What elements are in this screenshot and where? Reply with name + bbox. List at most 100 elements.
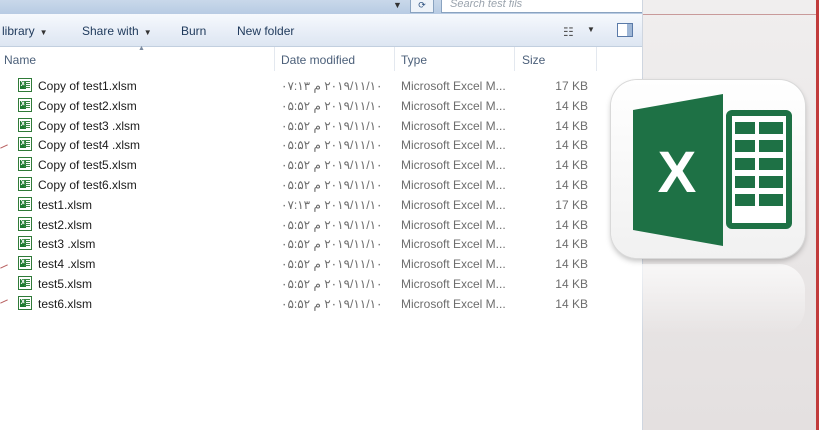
chevron-down-icon: ▼ <box>39 28 48 37</box>
excel-logo-icon: X <box>633 94 792 246</box>
file-type: Microsoft Excel M... <box>401 158 506 173</box>
file-date-modified: ۲۰۱۹/۱۱/۱۰ م ۰۷:۱۳ <box>281 79 383 93</box>
column-date-modified[interactable]: Date modified <box>281 53 355 67</box>
file-size: 14 KB <box>555 276 588 291</box>
column-divider[interactable] <box>274 47 275 71</box>
file-name: Copy of test4 .xlsm <box>38 138 141 153</box>
file-name: Copy of test3 .xlsm <box>38 118 141 133</box>
file-type: Microsoft Excel M... <box>401 79 506 93</box>
excel-file-icon: X <box>18 117 32 132</box>
file-date-modified: ۲۰۱۹/۱۱/۱۰ م ۰۵:۵۲ <box>281 257 383 272</box>
file-size: 14 KB <box>555 217 588 232</box>
share-with-button[interactable]: Share with ▼ <box>82 24 152 38</box>
file-type: Microsoft Excel M... <box>401 118 506 133</box>
excel-file-icon: X <box>18 78 32 92</box>
file-name: test4 .xlsm <box>38 257 96 272</box>
refresh-icon[interactable]: ⟳ <box>410 0 434 13</box>
file-row[interactable]: X Copy of test3 .xlsm ۲۰۱۹/۱۱/۱۰ م ۰۵:۵۲ Mi… <box>0 116 642 136</box>
file-name: test1.xlsm <box>38 197 93 212</box>
address-dropdown-icon[interactable]: ▼ <box>393 0 402 10</box>
file-type: Microsoft Excel M... <box>401 296 506 311</box>
file-type: Microsoft Excel M... <box>401 98 506 113</box>
file-type: Microsoft Excel M... <box>401 276 506 291</box>
new-folder-button[interactable]: New folder <box>237 24 294 38</box>
file-row[interactable]: X Copy of test1.xlsm ۲۰۱۹/۱۱/۱۰ م ۰۷:۱۳ Mic… <box>0 76 642 96</box>
file-date-modified: ۲۰۱۹/۱۱/۱۰ م ۰۵:۵۲ <box>281 98 383 113</box>
excel-file-icon: X <box>18 157 32 172</box>
file-row[interactable]: Xtest2.xlsm ۲۰۱۹/۱۱/۱۰ م ۰۵:۵۲ Microsoft E… <box>0 215 642 235</box>
library-button[interactable]: library ▼ <box>2 24 48 38</box>
excel-file-icon: X <box>18 176 32 191</box>
file-type: Microsoft Excel M... <box>401 217 506 232</box>
file-type: Microsoft Excel M... <box>401 197 506 212</box>
address-bar: ▼ ⟳ Search test fils <box>0 0 642 14</box>
excel-file-icon: X <box>18 97 32 112</box>
chevron-down-icon[interactable]: ▼ <box>587 25 595 34</box>
column-divider[interactable] <box>514 47 515 71</box>
file-date-modified: ۲۰۱۹/۱۱/۱۰ م ۰۵:۵۲ <box>281 296 383 311</box>
file-row[interactable]: Xtest5.xlsm ۲۰۱۹/۱۱/۱۰ م ۰۵:۵۲ Microsoft E… <box>0 274 642 294</box>
file-size: 14 KB <box>555 158 588 173</box>
excel-file-icon: X <box>18 236 32 251</box>
file-date-modified: ۲۰۱۹/۱۱/۱۰ م ۰۵:۵۲ <box>281 158 383 173</box>
excel-file-icon: X <box>18 256 32 271</box>
file-row[interactable]: X Copy of test5.xlsm ۲۰۱۹/۱۱/۱۰ م ۰۵:۵۲ Mic… <box>0 155 642 175</box>
file-date-modified: ۲۰۱۹/۱۱/۱۰ م ۰۵:۵۲ <box>281 118 383 133</box>
search-input[interactable]: Search test fils <box>441 0 642 13</box>
file-date-modified: ۲۰۱۹/۱۱/۱۰ م ۰۷:۱۳ <box>281 197 383 212</box>
file-row[interactable]: Xtest3 .xlsm ۲۰۱۹/۱۱/۱۰ م ۰۵:۵۲ Microsoft … <box>0 234 642 254</box>
file-size: 14 KB <box>555 237 588 252</box>
excel-file-icon: X <box>18 275 32 290</box>
file-date-modified: ۲۰۱۹/۱۱/۱۰ م ۰۵:۵۲ <box>281 138 383 153</box>
file-size: 14 KB <box>555 118 588 133</box>
file-row[interactable]: X Copy of test4 .xlsm ۲۰۱۹/۱۱/۱۰ م ۰۵:۵۲ Mi… <box>0 135 642 155</box>
excel-file-icon: X <box>18 196 32 211</box>
chevron-down-icon: ▼ <box>143 28 152 37</box>
file-name: test6.xlsm <box>38 296 93 311</box>
file-size: 14 KB <box>555 177 588 192</box>
file-size: 14 KB <box>555 257 588 272</box>
file-list: X Copy of test1.xlsm ۲۰۱۹/۱۱/۱۰ م ۰۷:۱۳ Mic… <box>0 76 642 314</box>
file-name: test2.xlsm <box>38 217 93 232</box>
excel-logo-letter: X <box>658 140 697 205</box>
file-size: 17 KB <box>555 79 588 93</box>
file-name: Copy of test5.xlsm <box>38 158 137 173</box>
file-name: test5.xlsm <box>38 276 93 291</box>
logo-reflection <box>611 264 805 334</box>
file-name: Copy of test1.xlsm <box>38 79 137 93</box>
file-date-modified: ۲۰۱۹/۱۱/۱۰ م ۰۵:۵۲ <box>281 217 383 232</box>
file-type: Microsoft Excel M... <box>401 237 506 252</box>
excel-file-icon: X <box>18 137 32 152</box>
file-row[interactable]: Xtest4 .xlsm ۲۰۱۹/۱۱/۱۰ م ۰۵:۵۲ Microsoft … <box>0 254 642 274</box>
column-size[interactable]: Size <box>522 53 545 67</box>
file-row[interactable]: X Copy of test6.xlsm ۲۰۱۹/۱۱/۱۰ م ۰۵:۵۲ Mic… <box>0 175 642 195</box>
file-type: Microsoft Excel M... <box>401 177 506 192</box>
file-name: test3 .xlsm <box>38 237 96 252</box>
column-divider[interactable] <box>394 47 395 71</box>
command-bar: library ▼ Share with ▼ Burn New folder ☷ ▼ <box>0 14 642 47</box>
column-type[interactable]: Type <box>401 53 427 67</box>
column-divider[interactable] <box>596 47 597 71</box>
sort-ascending-icon: ▲ <box>138 45 145 52</box>
file-name: Copy of test6.xlsm <box>38 177 137 192</box>
file-size: 14 KB <box>555 98 588 113</box>
change-view-icon[interactable]: ☷ <box>563 25 574 39</box>
excel-file-icon: X <box>18 295 32 310</box>
file-row[interactable]: Xtest6.xlsm ۲۰۱۹/۱۱/۱۰ م ۰۵:۵۲ Microsoft E… <box>0 294 642 314</box>
library-label: library <box>2 24 35 38</box>
file-date-modified: ۲۰۱۹/۱۱/۱۰ م ۰۵:۵۲ <box>281 177 383 192</box>
explorer-window: ▼ ⟳ Search test fils library ▼ Share with… <box>0 0 643 430</box>
file-row[interactable]: X Copy of test2.xlsm ۲۰۱۹/۱۱/۱۰ م ۰۵:۵۲ Mic… <box>0 96 642 116</box>
excel-logo: X <box>611 80 805 258</box>
column-name[interactable]: Name <box>4 53 36 67</box>
burn-button[interactable]: Burn <box>181 24 206 38</box>
file-size: 14 KB <box>555 296 588 311</box>
excel-file-icon: X <box>18 216 32 231</box>
file-name: Copy of test2.xlsm <box>38 98 137 113</box>
file-type: Microsoft Excel M... <box>401 257 506 272</box>
file-type: Microsoft Excel M... <box>401 138 506 153</box>
file-date-modified: ۲۰۱۹/۱۱/۱۰ م ۰۵:۵۲ <box>281 237 383 252</box>
column-header: ▲ Name Date modified Type Size <box>0 45 642 71</box>
file-row[interactable]: Xtest1.xlsm ۲۰۱۹/۱۱/۱۰ م ۰۷:۱۳ Microsoft E… <box>0 195 642 215</box>
preview-pane-icon[interactable] <box>617 23 633 37</box>
